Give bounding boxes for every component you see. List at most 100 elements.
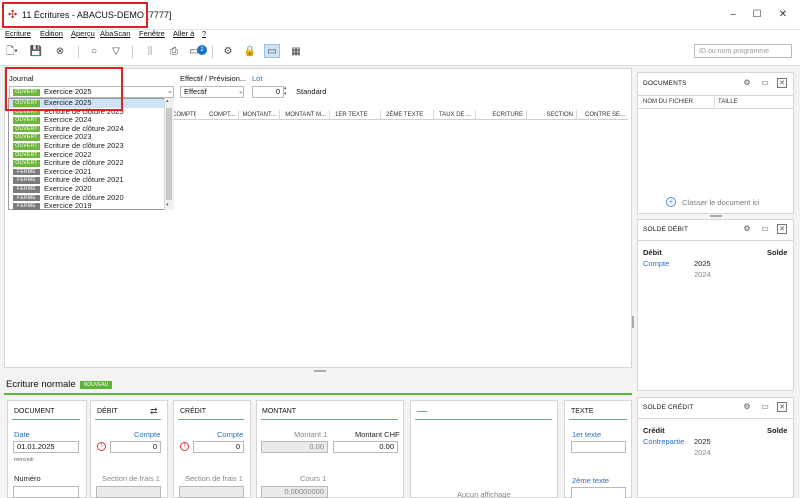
numero-field[interactable] — [13, 486, 79, 498]
window-icon[interactable]: ▭ — [760, 402, 770, 411]
col-montant-m[interactable]: MONTANT M... — [281, 110, 330, 120]
globe-settings-icon[interactable]: ⚙ — [220, 45, 236, 59]
chevron-down-icon[interactable]: ⌄ — [167, 87, 173, 95]
scroll-up-icon[interactable]: ▴ — [166, 98, 169, 104]
montant-chf-label: Montant CHF — [355, 430, 400, 439]
close-icon[interactable]: ✕ — [777, 224, 787, 234]
montant1-field[interactable]: 0.00 — [261, 441, 328, 453]
cours1-field[interactable]: 0.00000000 — [261, 486, 328, 498]
credit-section-field[interactable] — [179, 486, 244, 498]
compte-link[interactable]: Compte — [643, 259, 669, 268]
splitter-handle[interactable] — [314, 370, 326, 372]
col-montant[interactable]: MONTANT... — [240, 110, 280, 120]
minimize-button[interactable]: – — [722, 6, 744, 24]
refresh-icon[interactable]: ○ — [86, 45, 102, 59]
classify-document-link[interactable]: Classer le document ici — [682, 198, 760, 207]
status-badge: OUVERT — [13, 117, 40, 124]
date-field[interactable]: 01.01.2025 — [13, 441, 79, 453]
texte2-field[interactable] — [571, 487, 626, 498]
credit-compte-label[interactable]: Compte — [217, 430, 243, 439]
divider — [95, 419, 161, 420]
close-icon[interactable]: ✕ — [777, 78, 787, 88]
documents-panel — [637, 72, 794, 214]
window-view-icon[interactable]: ▭ — [264, 44, 280, 58]
debit-compte-label[interactable]: Compte — [134, 430, 160, 439]
col-compte-2[interactable]: COMPT... — [197, 110, 239, 120]
divider — [714, 97, 715, 107]
columns-icon[interactable]: ⫼ — [142, 45, 158, 59]
lot-link[interactable]: Lot — [252, 74, 262, 83]
journal-highlight-box — [5, 67, 123, 111]
year-previous: 2024 — [694, 448, 711, 457]
col-size[interactable]: TAILLE — [718, 99, 738, 105]
filter-icon[interactable]: ▽ — [108, 45, 124, 59]
effectif-select[interactable]: Effectif — [180, 86, 244, 98]
menu-fenetre[interactable]: Fenêtre — [139, 29, 165, 38]
documents-title: DOCUMENTS — [643, 80, 687, 87]
col-contre-section[interactable]: CONTRE SE... — [578, 110, 628, 120]
menu-edition[interactable]: Edition — [40, 29, 63, 38]
status-badge: OUVERT — [13, 160, 40, 167]
swap-icon[interactable]: ⇄ — [150, 406, 158, 417]
lock-settings-icon[interactable]: 🔒 — [242, 45, 258, 59]
dropdown-item[interactable]: FERMÉ Exercice 2019 — [9, 201, 165, 211]
texte2-label[interactable]: 2ème texte — [572, 476, 609, 485]
col-file-name[interactable]: NOM DU FICHIER — [643, 99, 693, 105]
solde-debit-panel — [637, 219, 794, 391]
col-taux[interactable]: TAUX DE ... — [435, 110, 476, 120]
menu-aller-a[interactable]: Aller à — [173, 29, 194, 38]
debit-compte-field[interactable]: 0 — [110, 441, 161, 453]
dropdown-scroll-thumb[interactable] — [166, 108, 172, 200]
splitter-handle[interactable] — [632, 316, 634, 328]
date-label: Date — [14, 430, 30, 439]
new-document-icon[interactable]: 🗋▾ — [4, 45, 20, 59]
splitter-handle[interactable] — [710, 215, 722, 217]
program-search-input[interactable] — [694, 44, 792, 58]
col-1er-texte[interactable]: 1ER TEXTE — [331, 110, 381, 120]
menu-ecriture[interactable]: Ecriture — [5, 29, 31, 38]
gear-icon[interactable]: ⚙ — [742, 224, 752, 233]
col-compte[interactable]: COMPTE — [172, 110, 196, 120]
toolbar-separator — [78, 46, 79, 58]
col-ecriture[interactable]: ECRITURE — [477, 110, 527, 120]
numero-label: Numéro — [14, 474, 41, 483]
texte1-label[interactable]: 1er texte — [572, 430, 601, 439]
texte1-field[interactable] — [571, 441, 626, 453]
status-badge: FERMÉ — [13, 186, 40, 193]
ecriture-title: Ecriture normale — [6, 379, 76, 390]
contrepartie-link[interactable]: Contrepartie — [643, 437, 684, 446]
col-2eme-texte[interactable]: 2ÈME TEXTE — [382, 110, 434, 120]
debit-section-field[interactable] — [96, 486, 161, 498]
window-icon[interactable]: ▭ — [760, 224, 770, 233]
col-section[interactable]: SECTION — [528, 110, 577, 120]
lot-stepper[interactable]: ▴ ▾ — [284, 85, 287, 97]
window-icon[interactable]: ▭ — [760, 78, 770, 87]
scroll-down-icon[interactable]: ▾ — [166, 202, 169, 208]
maximize-button[interactable]: ☐ — [746, 6, 768, 24]
credit-compte-field[interactable]: 0 — [193, 441, 244, 453]
montant-chf-field[interactable]: 0.00 — [333, 441, 398, 453]
credit-col-label: Crédit — [643, 426, 665, 435]
close-icon[interactable]: ✕ — [777, 402, 787, 412]
menu-abascan[interactable]: AbaScan — [100, 29, 130, 38]
cancel-icon[interactable]: ⊗ — [52, 45, 68, 59]
gear-icon[interactable]: ⚙ — [742, 78, 752, 87]
menu-help[interactable]: ? — [202, 29, 206, 38]
status-badge: OUVERT — [13, 151, 40, 159]
nouveau-badge: NOUVEAU — [80, 381, 112, 389]
toolbar-separator — [132, 46, 133, 58]
chevron-down-icon[interactable]: ⌄ — [238, 87, 244, 95]
add-document-icon[interactable]: + — [666, 197, 676, 207]
table-view-icon[interactable]: ▦ — [288, 45, 304, 59]
lot-field[interactable]: 0 — [252, 86, 284, 98]
debit-card-title: DÉBIT — [97, 408, 118, 415]
debit-section-label: Section de frais 1 — [102, 474, 160, 483]
menu-apercu[interactable]: Aperçu — [71, 29, 95, 38]
print-icon[interactable]: ⎙ — [166, 45, 182, 59]
save-icon[interactable]: 💾 — [28, 45, 44, 59]
solde-credit-panel — [637, 397, 794, 498]
close-window-button[interactable]: ✕ — [772, 6, 794, 24]
warning-icon: ! — [97, 442, 106, 451]
status-badge: OUVERT — [13, 143, 40, 150]
gear-icon[interactable]: ⚙ — [742, 402, 752, 411]
